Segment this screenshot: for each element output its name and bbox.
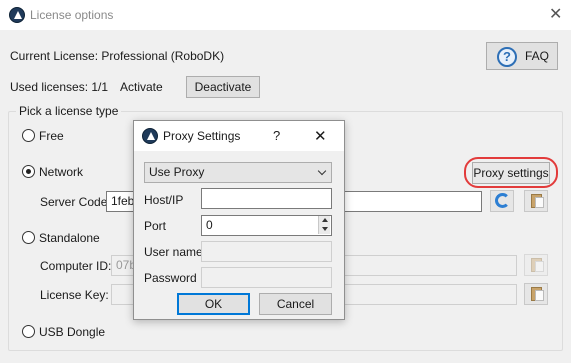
window-title: License options: [30, 8, 114, 22]
radio-usb-dongle[interactable]: [22, 325, 35, 338]
dialog-title: Proxy Settings: [163, 129, 241, 143]
refresh-icon: [495, 193, 510, 208]
help-icon[interactable]: ?: [273, 128, 280, 143]
refresh-button[interactable]: [490, 190, 514, 212]
radio-standalone-label[interactable]: Standalone: [39, 231, 100, 245]
faq-label: FAQ: [525, 49, 550, 63]
radio-free[interactable]: [22, 129, 35, 142]
clipboard-icon: [531, 287, 544, 301]
clipboard-icon: [531, 194, 544, 208]
robodk-logo-icon: [9, 7, 25, 23]
radio-usb-dongle-label[interactable]: USB Dongle: [39, 325, 105, 339]
radio-network[interactable]: [22, 165, 35, 178]
robodk-logo-icon: [142, 128, 158, 144]
spin-up-icon[interactable]: [318, 216, 330, 225]
username-input[interactable]: [201, 241, 332, 262]
server-code-label: Server Code: [40, 195, 108, 209]
window-close-icon[interactable]: ✕: [549, 7, 562, 23]
activate-link[interactable]: Activate: [120, 80, 163, 94]
title-bar: License options ✕: [0, 0, 571, 30]
help-circle-icon: ?: [497, 47, 517, 67]
proxy-settings-dialog: Proxy Settings ? ✕ Use Proxy Host/IP Por…: [133, 120, 345, 320]
current-license-text: Current License: Professional (RoboDK): [10, 49, 225, 63]
port-spinbox[interactable]: 0: [201, 215, 332, 236]
copy-icon: [531, 258, 544, 272]
faq-button[interactable]: ? FAQ: [486, 42, 558, 70]
cancel-button[interactable]: Cancel: [259, 293, 332, 315]
ok-button[interactable]: OK: [177, 293, 250, 315]
password-input[interactable]: [201, 267, 332, 288]
radio-network-label[interactable]: Network: [39, 165, 83, 179]
host-input[interactable]: [201, 188, 332, 209]
deactivate-button[interactable]: Deactivate: [186, 76, 260, 98]
radio-standalone[interactable]: [22, 231, 35, 244]
paste-server-code-button[interactable]: [524, 190, 548, 212]
chevron-down-icon: [317, 166, 327, 176]
used-licenses-text: Used licenses: 1/1: [10, 80, 109, 94]
port-value: 0: [206, 218, 213, 232]
host-label: Host/IP: [144, 193, 184, 207]
proxy-mode-value: Use Proxy: [149, 165, 205, 179]
copy-computer-id-button[interactable]: [524, 254, 548, 276]
license-key-label: License Key:: [40, 288, 109, 302]
paste-license-key-button[interactable]: [524, 283, 548, 305]
username-label: User name: [144, 245, 203, 259]
port-label: Port: [144, 219, 167, 233]
computer-id-label: Computer ID:: [40, 259, 112, 273]
license-type-group-title: Pick a license type: [16, 104, 122, 118]
dialog-close-icon[interactable]: ✕: [314, 127, 327, 145]
proxy-mode-select[interactable]: Use Proxy: [144, 162, 332, 183]
spin-down-icon[interactable]: [318, 225, 330, 234]
highlight-annotation: [464, 157, 558, 188]
password-label: Password: [144, 271, 197, 285]
dialog-title-bar: Proxy Settings ? ✕: [134, 121, 344, 151]
radio-free-label[interactable]: Free: [39, 129, 64, 143]
